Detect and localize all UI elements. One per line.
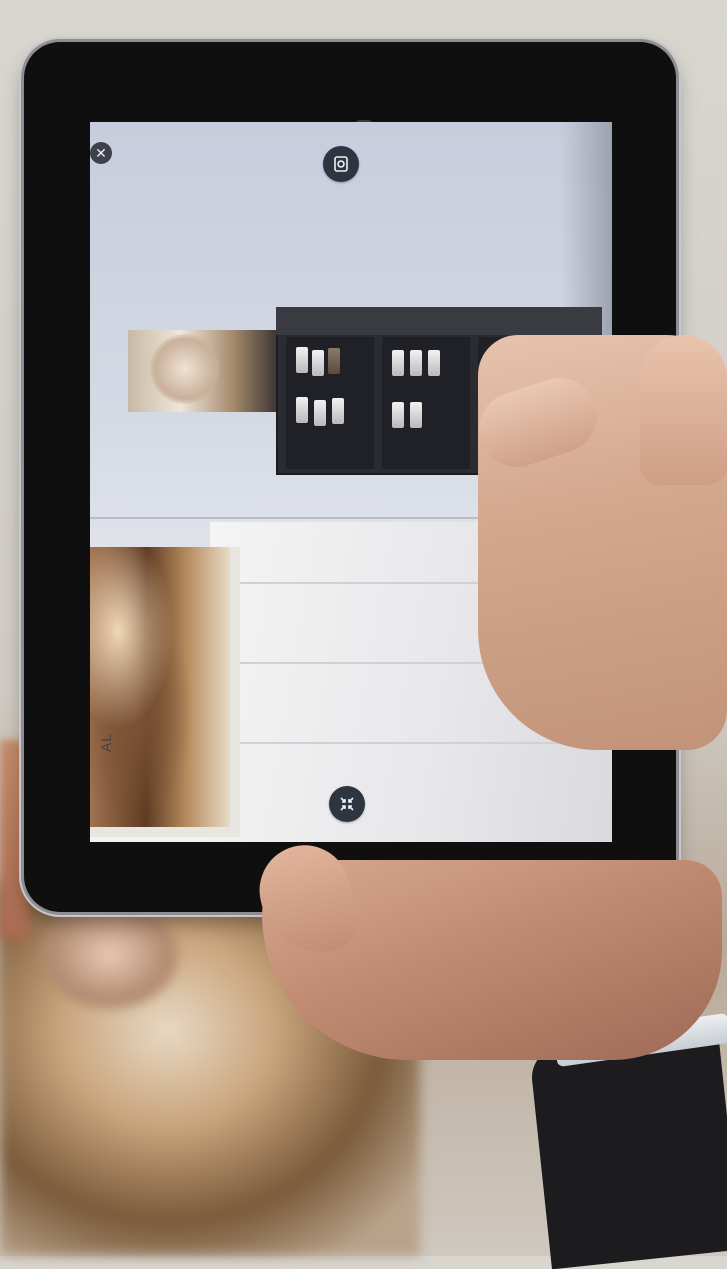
fullscreen-toggle-button[interactable] <box>329 786 365 822</box>
poster-model-face <box>150 334 220 404</box>
product-bottle <box>328 348 340 374</box>
product-bottle <box>410 402 422 428</box>
product-bottle <box>392 402 404 428</box>
poster-text: AL <box>98 732 114 752</box>
close-icon: ✕ <box>95 144 107 161</box>
product-bottle <box>392 350 404 376</box>
product-bottle <box>296 347 308 373</box>
hand-knuckle <box>640 335 727 485</box>
camera-icon <box>334 156 348 172</box>
jacket-sleeve <box>529 1030 727 1269</box>
product-bottle <box>296 397 308 423</box>
product-bottle <box>314 400 326 426</box>
product-bottle <box>332 398 344 424</box>
floor-seam <box>220 742 600 744</box>
collapse-arrows-icon <box>340 797 354 811</box>
display-header <box>276 307 602 335</box>
product-bottle <box>428 350 440 376</box>
camera-capture-button[interactable] <box>323 146 359 182</box>
close-button[interactable]: ✕ <box>90 142 112 164</box>
background-poster-face <box>40 900 180 1010</box>
product-bottle <box>410 350 422 376</box>
product-bottle <box>312 350 324 376</box>
poster-model-hair <box>90 547 230 827</box>
